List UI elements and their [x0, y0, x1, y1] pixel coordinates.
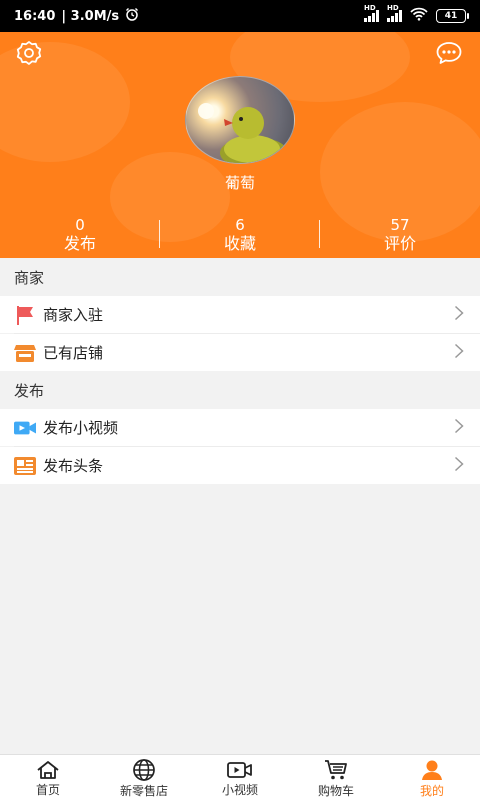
alarm-icon: [125, 7, 139, 25]
chevron-right-icon: [454, 343, 464, 363]
chat-bubble-icon: [436, 42, 462, 64]
nav-cart[interactable]: 购物车: [288, 755, 384, 800]
nav-label: 新零售店: [119, 783, 168, 798]
section-title-merchant: 商家: [0, 258, 480, 296]
stat-divider: [159, 220, 160, 248]
nav-label: 我的: [419, 783, 444, 798]
status-left: 16:40 | 3.0M/s: [14, 7, 139, 25]
user-icon: [422, 760, 442, 780]
profile-header: 葡萄 0 发布 6 收藏 57 评价: [0, 32, 480, 258]
merchant-join-row[interactable]: 商家入驻: [0, 296, 480, 333]
stat-value: 0: [75, 216, 85, 234]
cart-icon: [325, 759, 347, 779]
nav-label: 首页: [35, 782, 60, 797]
stat-value: 6: [235, 216, 245, 234]
video-camera-icon: [14, 417, 36, 439]
status-bar: 16:40 | 3.0M/s HD HD 41: [0, 0, 480, 32]
nav-mine[interactable]: 我的: [384, 755, 480, 800]
row-label: 发布小视频: [43, 419, 119, 437]
settings-button[interactable]: [14, 38, 44, 68]
battery-level: 41: [444, 11, 458, 21]
status-right: HD HD 41: [364, 4, 469, 25]
existing-shop-row[interactable]: 已有店铺: [0, 334, 480, 371]
row-label: 已有店铺: [43, 344, 104, 362]
stat-label: 收藏: [223, 234, 256, 253]
stats-bar: 0 发布 6 收藏 57 评价: [0, 216, 480, 254]
news-icon: [14, 455, 36, 477]
user-nickname[interactable]: 葡萄: [0, 172, 480, 193]
nav-retail-store[interactable]: 新零售店: [96, 755, 192, 800]
globe-icon: [133, 758, 155, 781]
home-icon: [37, 760, 59, 779]
nav-home[interactable]: 首页: [0, 755, 96, 800]
stat-favorites[interactable]: 6 收藏: [160, 216, 320, 254]
section-title-publish: 发布: [0, 371, 480, 409]
chevron-right-icon: [454, 418, 464, 438]
chevron-right-icon: [454, 305, 464, 325]
stat-value: 57: [390, 216, 410, 234]
network-speed: | 3.0M/s: [61, 8, 120, 24]
battery-icon: 41: [436, 9, 469, 23]
message-button[interactable]: [434, 38, 464, 68]
publish-video-row[interactable]: 发布小视频: [0, 409, 480, 446]
signal-icon-2: HD: [387, 4, 402, 22]
stat-divider: [319, 220, 320, 248]
wifi-icon: [410, 7, 428, 25]
row-label: 商家入驻: [43, 306, 104, 324]
stat-published[interactable]: 0 发布: [0, 216, 160, 254]
video-icon: [227, 761, 252, 778]
avatar[interactable]: [185, 76, 295, 164]
nav-label: 小视频: [221, 782, 258, 797]
status-time: 16:40: [14, 8, 56, 24]
stat-label: 发布: [63, 234, 96, 253]
signal-icon: HD: [364, 4, 379, 22]
shop-icon: [14, 342, 36, 364]
gear-icon: [16, 41, 42, 65]
flag-icon: [14, 304, 36, 326]
nav-label: 购物车: [317, 783, 354, 798]
bottom-nav: 首页 新零售店 小视频 购物车 我的: [0, 754, 480, 800]
publish-news-row[interactable]: 发布头条: [0, 447, 480, 484]
row-label: 发布头条: [43, 457, 104, 475]
nav-short-video[interactable]: 小视频: [192, 755, 288, 800]
duck-avatar-image: [198, 103, 288, 163]
stat-reviews[interactable]: 57 评价: [320, 216, 480, 254]
stat-label: 评价: [383, 234, 416, 253]
chevron-right-icon: [454, 456, 464, 476]
